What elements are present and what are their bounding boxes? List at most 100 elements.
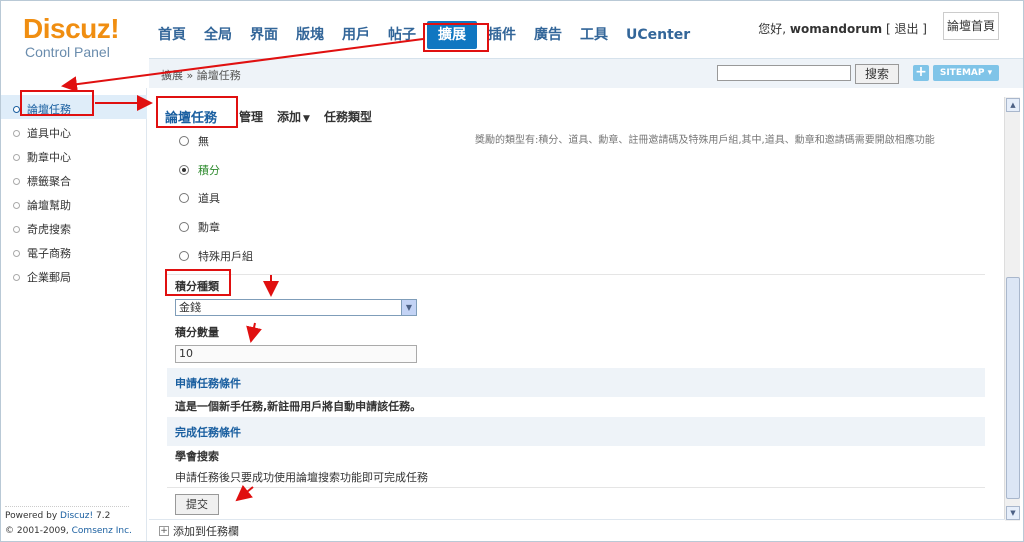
credit-type-select[interactable]: 金錢 ▼ [175,299,417,316]
sub-bar: 擴展 » 論壇任務 搜索 + SITEMAP ▾ [149,58,1023,88]
nav-forums[interactable]: 版塊 [287,21,333,49]
powered-by: Powered by Discuz! 7.2 © 2001-2009, Coms… [5,509,132,539]
option-label: 無 [198,135,209,148]
nav-ads[interactable]: 廣告 [525,21,571,49]
annotation-box-credit-type [165,269,231,296]
complete-condition-bar [167,417,985,446]
comsenz-link[interactable]: Comsenz Inc. [72,526,132,536]
nav-home[interactable]: 首頁 [149,21,195,49]
sidebar-item-qihoo-search[interactable]: 奇虎搜索 [13,221,71,237]
apply-condition-text: 這是一個新手任務,新註冊用戶將自動申請該任務。 [175,400,422,413]
sidebar-item-forum-help[interactable]: 論壇幫助 [13,197,71,213]
user-area: 您好, womandorum [ 退出 ] [758,20,927,37]
sitemap-button[interactable]: SITEMAP ▾ [933,65,999,81]
radio-button-checked[interactable] [179,165,189,175]
chevron-down-icon[interactable]: ▼ [401,300,416,315]
bottom-bar: + 添加到任務欄 [149,519,1005,539]
sidebar-item-label: 企業郵局 [27,271,71,284]
nav-tools[interactable]: 工具 [571,21,617,49]
sidebar-item-ecommerce[interactable]: 電子商務 [13,245,71,261]
bullet-icon [13,105,20,113]
sidebar: 論壇任務 道具中心 勳章中心 標籤聚合 論壇幫助 奇虎搜索 電子商務 企業郵局 … [1,88,147,541]
tab-add[interactable]: 添加 ▼ [277,108,310,125]
logo-subtitle: Control Panel [25,44,110,60]
sidebar-item-magic-center[interactable]: 道具中心 [13,125,71,141]
version: 7.2 [93,511,111,521]
sidebar-item-label: 勳章中心 [27,151,71,164]
sidebar-item-label: 電子商務 [27,247,71,260]
option-label: 勳章 [198,221,220,234]
chevron-down-icon: ▾ [987,68,993,78]
sidebar-item-enterprise-mail[interactable]: 企業郵局 [13,269,71,285]
bullet-icon [13,153,20,161]
copyright-prefix: © 2001-2009, [5,526,72,536]
sidebar-item-label: 論壇幫助 [27,199,71,212]
annotation-box-nav [423,23,489,52]
apply-condition-title: 申請任務條件 [175,377,241,390]
divider [167,487,985,488]
radio-button[interactable] [179,136,189,146]
logo-title: Discuz! [23,13,120,44]
sidebar-item-label: 標籤聚合 [27,175,71,188]
reward-option-medal[interactable]: 勳章 [179,219,220,235]
sidebar-item-label: 道具中心 [27,127,71,140]
discuz-logo[interactable]: Discuz! Control Panel [23,15,133,61]
search-input[interactable] [717,65,851,81]
nav-global[interactable]: 全局 [195,21,241,49]
search-button[interactable]: 搜索 [855,64,899,84]
username: womandorum [789,22,883,36]
vertical-scrollbar[interactable]: ▲ ▼ [1004,97,1020,521]
complete-condition-desc: 申請任務後只要成功使用論壇搜索功能即可完成任務 [175,471,428,484]
plus-icon[interactable]: + [913,65,929,81]
sidebar-divider [5,506,129,507]
bullet-icon [13,177,20,185]
tab-add-label: 添加 [277,109,302,124]
divider [167,274,985,275]
radio-button[interactable] [179,251,189,261]
top-header: Discuz! Control Panel 首頁 全局 界面 版塊 用戶 帖子 … [1,1,1023,61]
annotation-box-title [156,96,238,128]
discuz-link[interactable]: Discuz! [60,511,93,521]
add-to-taskbar-label: 添加到任務欄 [173,525,239,538]
reward-option-none[interactable]: 無 [179,133,209,149]
nav-posts[interactable]: 帖子 [379,21,425,49]
control-panel-window: Discuz! Control Panel 首頁 全局 界面 版塊 用戶 帖子 … [0,0,1024,542]
plus-box-icon: + [159,526,169,536]
sidebar-item-label: 奇虎搜索 [27,223,71,236]
tab-task-types[interactable]: 任務類型 [324,108,372,125]
bullet-icon [13,273,20,281]
option-label: 積分 [198,164,220,177]
scroll-down-icon[interactable]: ▼ [1006,506,1020,520]
reward-option-credits[interactable]: 積分 [179,162,220,178]
forum-home-button[interactable]: 論壇首頁 [943,12,999,40]
scroll-up-icon[interactable]: ▲ [1006,98,1020,112]
apply-condition-bar [167,368,985,397]
nav-users[interactable]: 用戶 [333,21,379,49]
sidebar-item-tag-aggregation[interactable]: 標籤聚合 [13,173,71,189]
bullet-icon [13,225,20,233]
nav-ucenter[interactable]: UCenter [617,21,699,49]
complete-condition-name: 學會搜索 [175,450,219,463]
bullet-icon [13,129,20,137]
bullet-icon [13,249,20,257]
bullet-icon [13,201,20,209]
add-to-taskbar-link[interactable]: + 添加到任務欄 [159,523,239,539]
breadcrumb: 擴展 » 論壇任務 [161,69,241,82]
annotation-box-sidebar [20,90,94,116]
nav-interface[interactable]: 界面 [241,21,287,49]
sidebar-item-medal-center[interactable]: 勳章中心 [13,149,71,165]
credit-amount-input[interactable]: 10 [175,345,417,363]
dropdown-arrow-icon: ▼ [303,113,310,124]
reward-option-magic[interactable]: 道具 [179,190,220,206]
reward-option-special-group[interactable]: 特殊用戶組 [179,248,253,264]
submit-button[interactable]: 提交 [175,494,219,515]
option-label: 道具 [198,192,220,205]
tab-manage[interactable]: 管理 [239,108,263,125]
radio-button[interactable] [179,193,189,203]
logout-link[interactable]: [ 退出 ] [886,22,927,36]
scroll-thumb[interactable] [1006,277,1020,499]
main-content: 論壇任務 管理 添加 ▼ 任務類型 無 積分 道具 勳章 特殊用戶組 獎勵的類型有… [149,97,1005,519]
sitemap-label: SITEMAP [939,68,985,78]
powered-prefix: Powered by [5,511,61,521]
radio-button[interactable] [179,222,189,232]
